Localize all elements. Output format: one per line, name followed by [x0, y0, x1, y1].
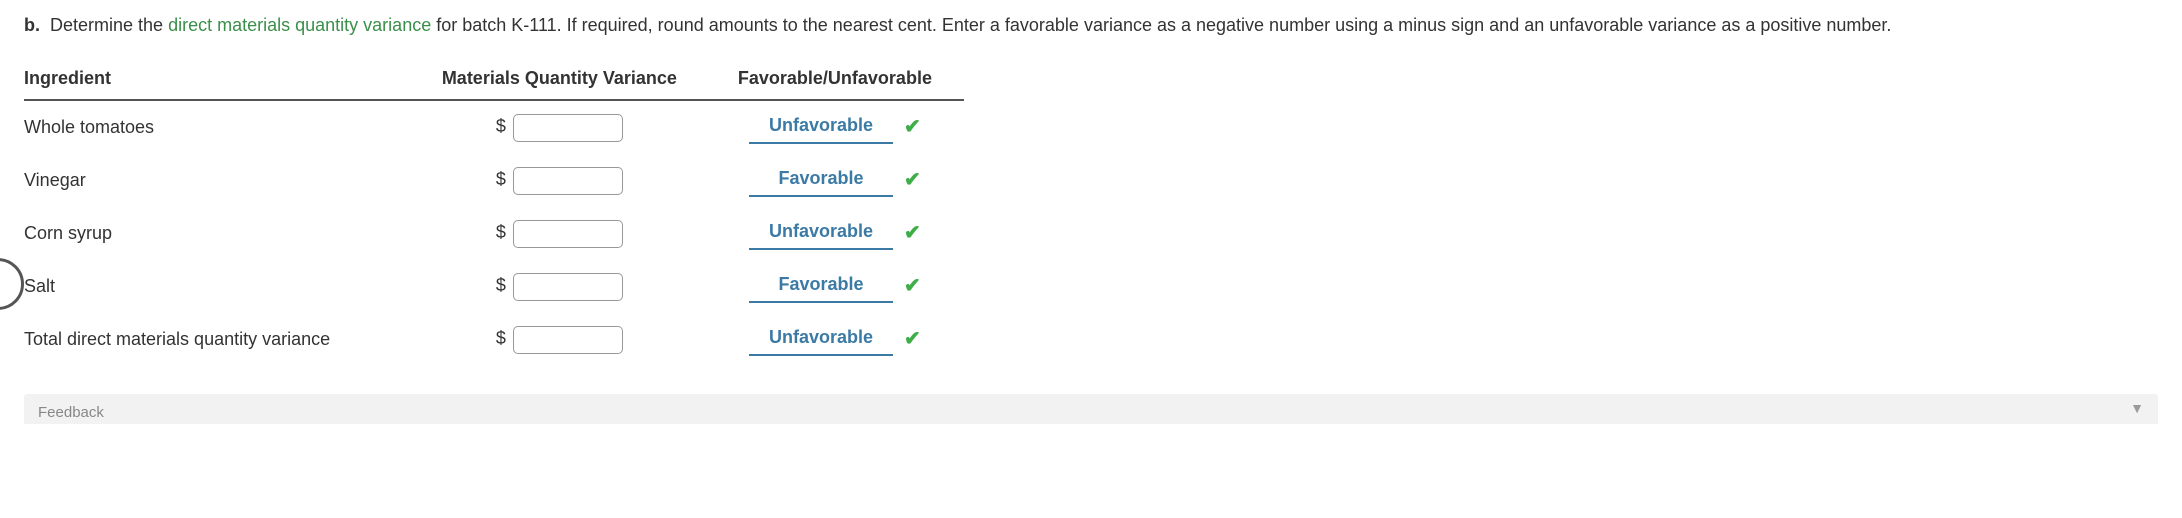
favorable-select[interactable]: Favorable [749, 164, 893, 197]
currency-symbol: $ [496, 222, 506, 243]
favorable-select[interactable]: Favorable [749, 270, 893, 303]
table-row: Vinegar $ Favorable ✔ [24, 154, 964, 207]
ingredient-cell: Vinegar [24, 154, 413, 207]
ingredient-cell: Corn syrup [24, 207, 413, 260]
amount-input[interactable] [513, 326, 623, 354]
col-header-favorable: Favorable/Unfavorable [714, 58, 964, 100]
ingredient-cell: Salt [24, 260, 413, 313]
favorable-select[interactable]: Unfavorable [749, 111, 893, 144]
amount-input[interactable] [513, 167, 623, 195]
currency-symbol: $ [496, 275, 506, 296]
check-icon: ✔ [904, 326, 921, 351]
check-icon: ✔ [904, 273, 921, 298]
table-row: Salt $ Favorable ✔ [24, 260, 964, 313]
favorable-select[interactable]: Unfavorable [749, 323, 893, 356]
table-row: Corn syrup $ Unfavorable ✔ [24, 207, 964, 260]
feedback-label: Feedback [38, 404, 104, 421]
amount-input[interactable] [513, 220, 623, 248]
table-row: Whole tomatoes $ Unfavorable ✔ [24, 100, 964, 154]
check-icon: ✔ [904, 167, 921, 192]
part-label: b. [24, 15, 40, 35]
ingredient-cell: Total direct materials quantity variance [24, 313, 413, 366]
prompt-lead: Determine the [50, 15, 163, 35]
amount-input[interactable] [513, 273, 623, 301]
table-row-total: Total direct materials quantity variance… [24, 313, 964, 366]
check-icon: ✔ [904, 220, 921, 245]
favorable-select[interactable]: Unfavorable [749, 217, 893, 250]
col-header-variance: Materials Quantity Variance [413, 58, 714, 100]
variance-table: Ingredient Materials Quantity Variance F… [24, 58, 964, 366]
currency-symbol: $ [496, 116, 506, 137]
feedback-bar[interactable]: Feedback ▼ [24, 394, 2158, 424]
currency-symbol: $ [496, 328, 506, 349]
check-icon: ✔ [904, 114, 921, 139]
chevron-down-icon: ▼ [2130, 400, 2144, 416]
amount-input[interactable] [513, 114, 623, 142]
question-prompt: b. Determine the direct materials quanti… [24, 8, 2158, 42]
prompt-rest: for batch K-111. If required, round amou… [436, 15, 1891, 35]
term-link[interactable]: direct materials quantity variance [168, 15, 431, 35]
question-container: b. Determine the direct materials quanti… [0, 0, 2182, 424]
ingredient-cell: Whole tomatoes [24, 100, 413, 154]
currency-symbol: $ [496, 169, 506, 190]
col-header-ingredient: Ingredient [24, 58, 413, 100]
